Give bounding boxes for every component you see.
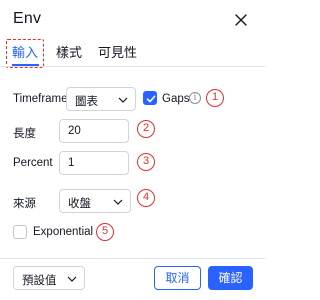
length-input[interactable]: 20 (59, 119, 129, 143)
defaults-label: 預設值 (22, 275, 57, 287)
source-value: 收盤 (68, 198, 91, 210)
indicator-settings-dialog: Env 輸入 樣式 可見性 Timeframe 圖表 Gaps i 1 長度 2… (0, 0, 265, 300)
chevron-down-icon (118, 97, 128, 103)
check-icon (146, 95, 156, 103)
chevron-down-icon (67, 276, 77, 282)
footer-divider (0, 258, 265, 259)
annotation-badge-3: 3 (137, 153, 155, 171)
percent-input[interactable]: 1 (59, 151, 129, 175)
source-select[interactable]: 收盤 (59, 189, 131, 213)
source-label: 來源 (13, 198, 36, 210)
tab-divider (0, 66, 265, 67)
info-icon[interactable]: i (189, 92, 201, 104)
length-label: 長度 (13, 128, 36, 140)
annotation-badge-5: 5 (96, 223, 114, 241)
annotation-badge-2: 2 (137, 120, 155, 138)
gaps-label: Gaps (162, 93, 190, 105)
exponential-checkbox[interactable] (13, 225, 27, 239)
dialog-title: Env (13, 10, 42, 27)
tab-bar: 輸入 樣式 可見性 (0, 38, 265, 66)
timeframe-value: 圖表 (75, 96, 98, 108)
percent-label: Percent (13, 157, 53, 169)
gaps-checkbox[interactable] (143, 91, 157, 105)
timeframe-label: Timeframe (13, 93, 68, 105)
chevron-down-icon (113, 199, 123, 205)
tab-style[interactable]: 樣式 (56, 42, 82, 61)
tab-visibility[interactable]: 可見性 (98, 42, 137, 61)
annotation-badge-1: 1 (206, 89, 224, 107)
defaults-dropdown[interactable]: 預設值 (13, 266, 85, 290)
exponential-label: Exponential (33, 226, 94, 238)
timeframe-select[interactable]: 圖表 (66, 87, 136, 111)
ok-button[interactable]: 確認 (208, 266, 253, 290)
annotation-badge-4: 4 (137, 189, 155, 207)
cancel-button[interactable]: 取消 (154, 266, 201, 290)
close-icon[interactable] (233, 12, 249, 28)
tab-inputs[interactable]: 輸入 (12, 42, 38, 61)
